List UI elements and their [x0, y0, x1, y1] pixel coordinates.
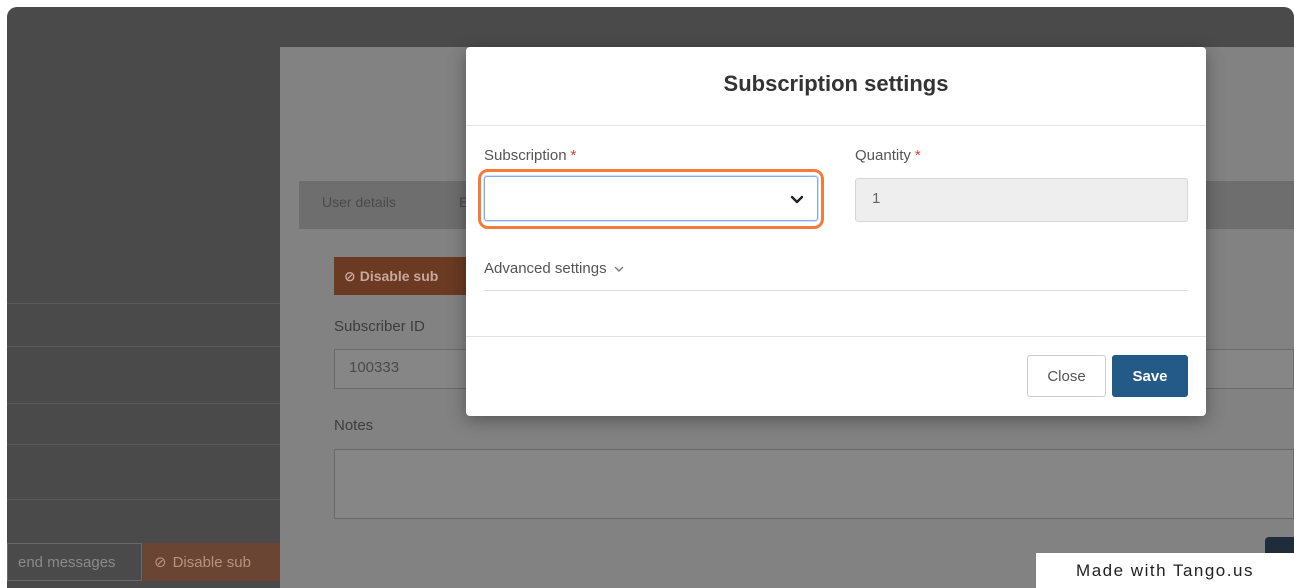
chevron-down-icon	[790, 195, 804, 204]
advanced-settings-toggle[interactable]: Advanced settings	[484, 260, 625, 277]
subscriber-id-label: Subscriber ID	[334, 318, 425, 335]
notes-label: Notes	[334, 417, 374, 434]
subscription-label: Subscription *	[484, 147, 576, 164]
close-label: Close	[1047, 367, 1086, 385]
subscription-select[interactable]	[484, 176, 818, 221]
ban-icon: ⊘	[344, 267, 356, 284]
divider	[7, 444, 287, 445]
save-label: Save	[1132, 367, 1168, 385]
divider	[7, 499, 287, 500]
quantity-label-text: Quantity	[855, 147, 911, 164]
divider	[7, 303, 287, 304]
notes-textarea[interactable]	[334, 449, 1294, 519]
divider	[7, 346, 287, 347]
ban-icon: ⊘	[154, 554, 167, 571]
subscriber-id-value: 100333	[349, 359, 400, 376]
send-messages-button[interactable]: end messages	[7, 543, 142, 581]
tab-user-details[interactable]: User details	[322, 194, 396, 210]
advanced-settings-label: Advanced settings	[484, 260, 607, 277]
modal-footer-divider	[466, 336, 1206, 337]
disable-label: Disable sub	[172, 553, 251, 571]
chevron-down-icon	[614, 266, 623, 272]
divider	[7, 403, 287, 404]
save-button[interactable]: Save	[1112, 355, 1188, 397]
quantity-field[interactable]: 1	[855, 178, 1188, 222]
send-messages-label: end messages	[18, 553, 116, 571]
panel-disable-label: Disable sub	[359, 268, 439, 284]
modal-header: Subscription settings	[466, 47, 1206, 126]
subscription-label-text: Subscription	[484, 147, 567, 164]
required-marker: *	[914, 147, 921, 164]
quantity-value: 1	[872, 190, 881, 207]
tango-watermark: Made with Tango.us	[1036, 553, 1294, 588]
modal-title: Subscription settings	[723, 71, 949, 96]
quantity-label: Quantity *	[855, 147, 921, 164]
divider	[484, 290, 1188, 291]
required-marker: *	[570, 147, 577, 164]
close-button[interactable]: Close	[1027, 355, 1106, 397]
disable-subscription-button[interactable]: ⊘ Disable sub	[143, 543, 287, 581]
background-list	[7, 7, 287, 588]
